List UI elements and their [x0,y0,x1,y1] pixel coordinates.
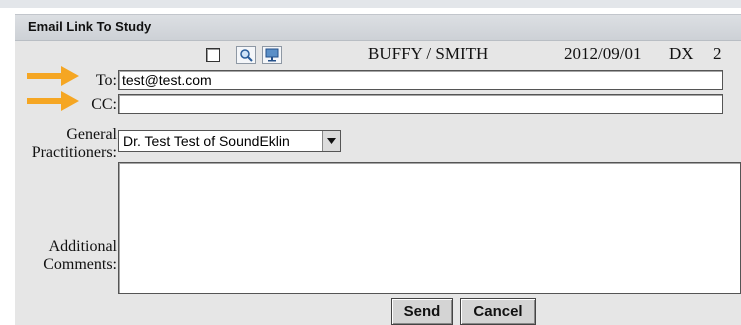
gp-label-line1: General [66,126,117,143]
comments-label-line1: Additional [48,238,117,255]
select-checkbox[interactable] [206,48,220,62]
modality: DX [669,44,694,63]
to-label: To: [95,72,117,89]
top-border [0,0,741,8]
cc-field[interactable] [118,94,723,114]
magnifier-icon[interactable] [236,46,256,64]
comments-textarea[interactable] [118,162,741,294]
monitor-icon[interactable] [262,46,282,64]
cancel-button[interactable]: Cancel [460,298,536,325]
send-button[interactable]: Send [391,298,453,325]
gp-select-value: Dr. Test Test of SoundEklin [123,133,290,149]
study-date: 2012/09/01 [564,44,642,63]
patient-name: BUFFY / SMITH [368,44,489,63]
to-field[interactable]: test@test.com [118,70,723,90]
image-count: 2 [713,44,722,63]
gp-select[interactable]: Dr. Test Test of SoundEklin [118,130,341,152]
chevron-down-icon[interactable] [322,131,340,151]
comments-label: Additional Comments: [4,238,117,274]
cc-label: CC: [91,96,117,113]
gp-label: General Practitioners: [4,126,117,162]
comments-label-line2: Comments: [43,256,117,273]
gp-label-line2: Practitioners: [31,144,117,161]
dialog-title: Email Link To Study [28,19,152,34]
